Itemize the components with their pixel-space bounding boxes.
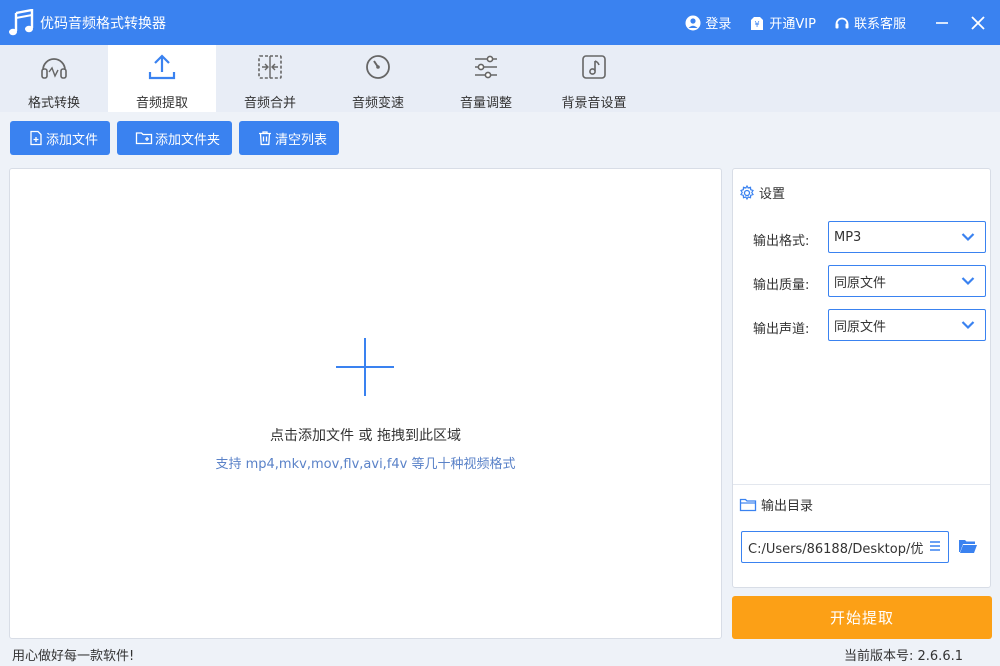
browse-folder-button[interactable] [958,538,978,559]
add-folder-icon [135,132,153,145]
add-folder-button[interactable]: 添加文件夹 [117,121,233,155]
output-dir-title: 输出目录 [761,499,814,514]
tab-label: 背景音设置 [561,96,627,111]
settings-panel: 设置 输出格式: MP3 输出质量: 同原文件 输出声道: 同原文件 输出目录 … [732,168,991,588]
settings-header: 设置 [739,183,785,202]
sliders-icon [470,51,502,83]
add-file-button[interactable]: 添加文件 [10,121,111,155]
output-dir-value: C:/Users/86188/Desktop/优 [748,541,924,557]
output-dir-input[interactable]: C:/Users/86188/Desktop/优 [741,531,949,563]
settings-divider [733,484,990,485]
tab-background-music[interactable]: 背景音设置 [540,45,648,112]
tab-audio-speed[interactable]: 音频变速 [324,45,432,112]
minimize-icon [936,21,948,24]
clear-list-button[interactable]: 清空列表 [239,121,340,155]
login-label: 登录 [705,17,732,32]
vip-label: 开通VIP [769,17,816,32]
output-quality-select[interactable]: 同原文件 [828,265,986,297]
headphones-icon [38,51,70,83]
tab-label: 格式转换 [27,96,80,111]
headset-icon [835,17,849,28]
merge-icon [254,51,286,83]
tab-label: 音频变速 [351,96,404,111]
output-channel-value: 同原文件 [834,319,887,335]
folder-icon [739,498,757,511]
chevron-down-icon [961,233,975,242]
chevron-down-icon [961,321,975,330]
output-format-select[interactable]: MP3 [828,221,986,253]
svg-text:¥: ¥ [755,20,760,29]
output-quality-value: 同原文件 [834,275,887,291]
chevron-down-icon [961,277,975,286]
music-note-icon [578,51,610,83]
tab-audio-extract[interactable]: 音频提取 [108,45,216,112]
tab-label: 音量调整 [459,96,512,111]
supported-formats-text: 支持 mp4,mkv,mov,flv,avi,f4v 等几十种视频格式 [215,457,516,472]
version-text: 当前版本号: 2.6.6.1 [844,649,963,664]
title-bar: 优码音频格式转换器 登录 ¥ 开通VIP 联系客服 [0,0,1000,45]
slogan-text: 用心做好每一款软件! [12,649,135,664]
speed-icon [362,51,394,83]
status-bar: 用心做好每一款软件! 当前版本号: 2.6.6.1 [0,642,1000,666]
list-icon[interactable] [928,539,942,553]
tab-audio-merge[interactable]: 音频合并 [216,45,324,112]
function-tabs: 格式转换 音频提取 音频合并 音频变速 音量调整 背景音设置 [0,45,1000,112]
support-link[interactable]: 联系客服 [834,13,906,32]
output-channel-select[interactable]: 同原文件 [828,309,986,341]
output-quality-label: 输出质量: [753,278,810,293]
upload-icon [146,51,178,83]
file-toolbar: 添加文件 添加文件夹 清空列表 [10,121,346,155]
tab-volume-adjust[interactable]: 音量调整 [432,45,540,112]
output-channel-label: 输出声道: [753,322,810,337]
user-icon [685,15,701,30]
tab-format-convert[interactable]: 格式转换 [0,45,108,112]
gear-icon [740,184,754,200]
file-drop-zone[interactable]: 点击添加文件 或 拖拽到此区域 支持 mp4,mkv,mov,flv,avi,f… [9,168,722,639]
tab-label: 音频提取 [135,96,188,111]
close-button[interactable] [960,0,996,45]
tab-label: 音频合并 [243,96,296,111]
start-extract-button[interactable]: 开始提取 [732,596,992,639]
minimize-button[interactable] [924,0,960,45]
support-label: 联系客服 [853,17,906,32]
output-format-label: 输出格式: [753,234,810,249]
vip-link[interactable]: ¥ 开通VIP [749,13,816,32]
drop-zone-hint: 点击添加文件 或 拖拽到此区域 [270,428,461,444]
add-file-icon [30,130,42,146]
add-file-label: 添加文件 [46,132,99,148]
app-logo-icon [6,8,36,38]
clear-list-label: 清空列表 [275,132,328,148]
output-format-value: MP3 [834,229,862,245]
output-dir-header: 输出目录 [739,495,813,514]
vip-icon: ¥ [751,16,764,30]
add-plus-icon[interactable] [336,338,394,396]
login-link[interactable]: 登录 [685,13,731,32]
trash-icon [259,131,272,146]
open-folder-icon [959,540,977,553]
add-folder-label: 添加文件夹 [155,132,221,148]
settings-title: 设置 [759,187,786,202]
close-icon [971,15,985,30]
app-title: 优码音频格式转换器 [40,15,166,32]
